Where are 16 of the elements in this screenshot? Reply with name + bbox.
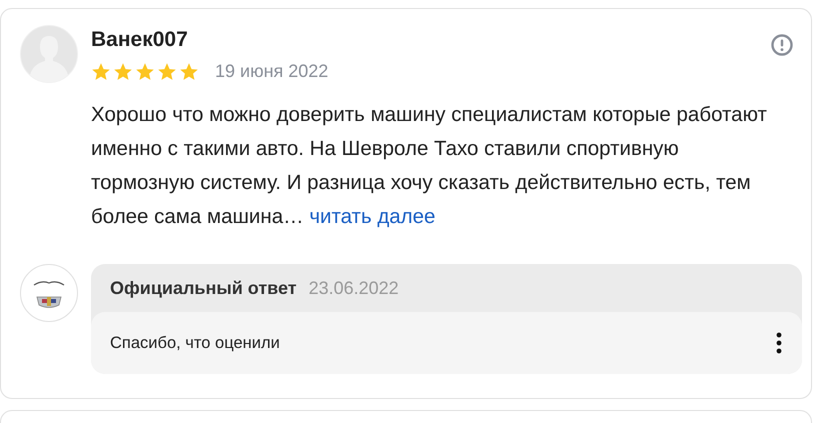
avatar-icon bbox=[20, 25, 78, 83]
star-icon bbox=[157, 62, 177, 82]
company-logo-icon bbox=[20, 264, 78, 322]
star-icon bbox=[91, 62, 111, 82]
reply-title: Официальный ответ bbox=[110, 276, 297, 300]
alert-icon[interactable] bbox=[771, 34, 793, 56]
star-icon bbox=[113, 62, 133, 82]
reply-text: Спасибо, что оценили bbox=[110, 332, 280, 354]
star-icon bbox=[179, 62, 199, 82]
review-text: Хорошо что можно доверить машину специалистам которые работают именно с такими авто. На Шевроле Тахо ставили спортивную тормозную систему. И разница хочу сказать действительно есть, тем более сама машина… читать далее bbox=[91, 102, 768, 230]
review-date: 19 июня 2022 bbox=[215, 60, 328, 83]
reply-date: 23.06.2022 bbox=[308, 276, 399, 300]
star-icon bbox=[135, 62, 155, 82]
more-options-icon[interactable] bbox=[776, 332, 782, 354]
read-more-link[interactable]: читать далее bbox=[309, 205, 436, 228]
author-name[interactable]: Ванек007 bbox=[91, 27, 188, 53]
